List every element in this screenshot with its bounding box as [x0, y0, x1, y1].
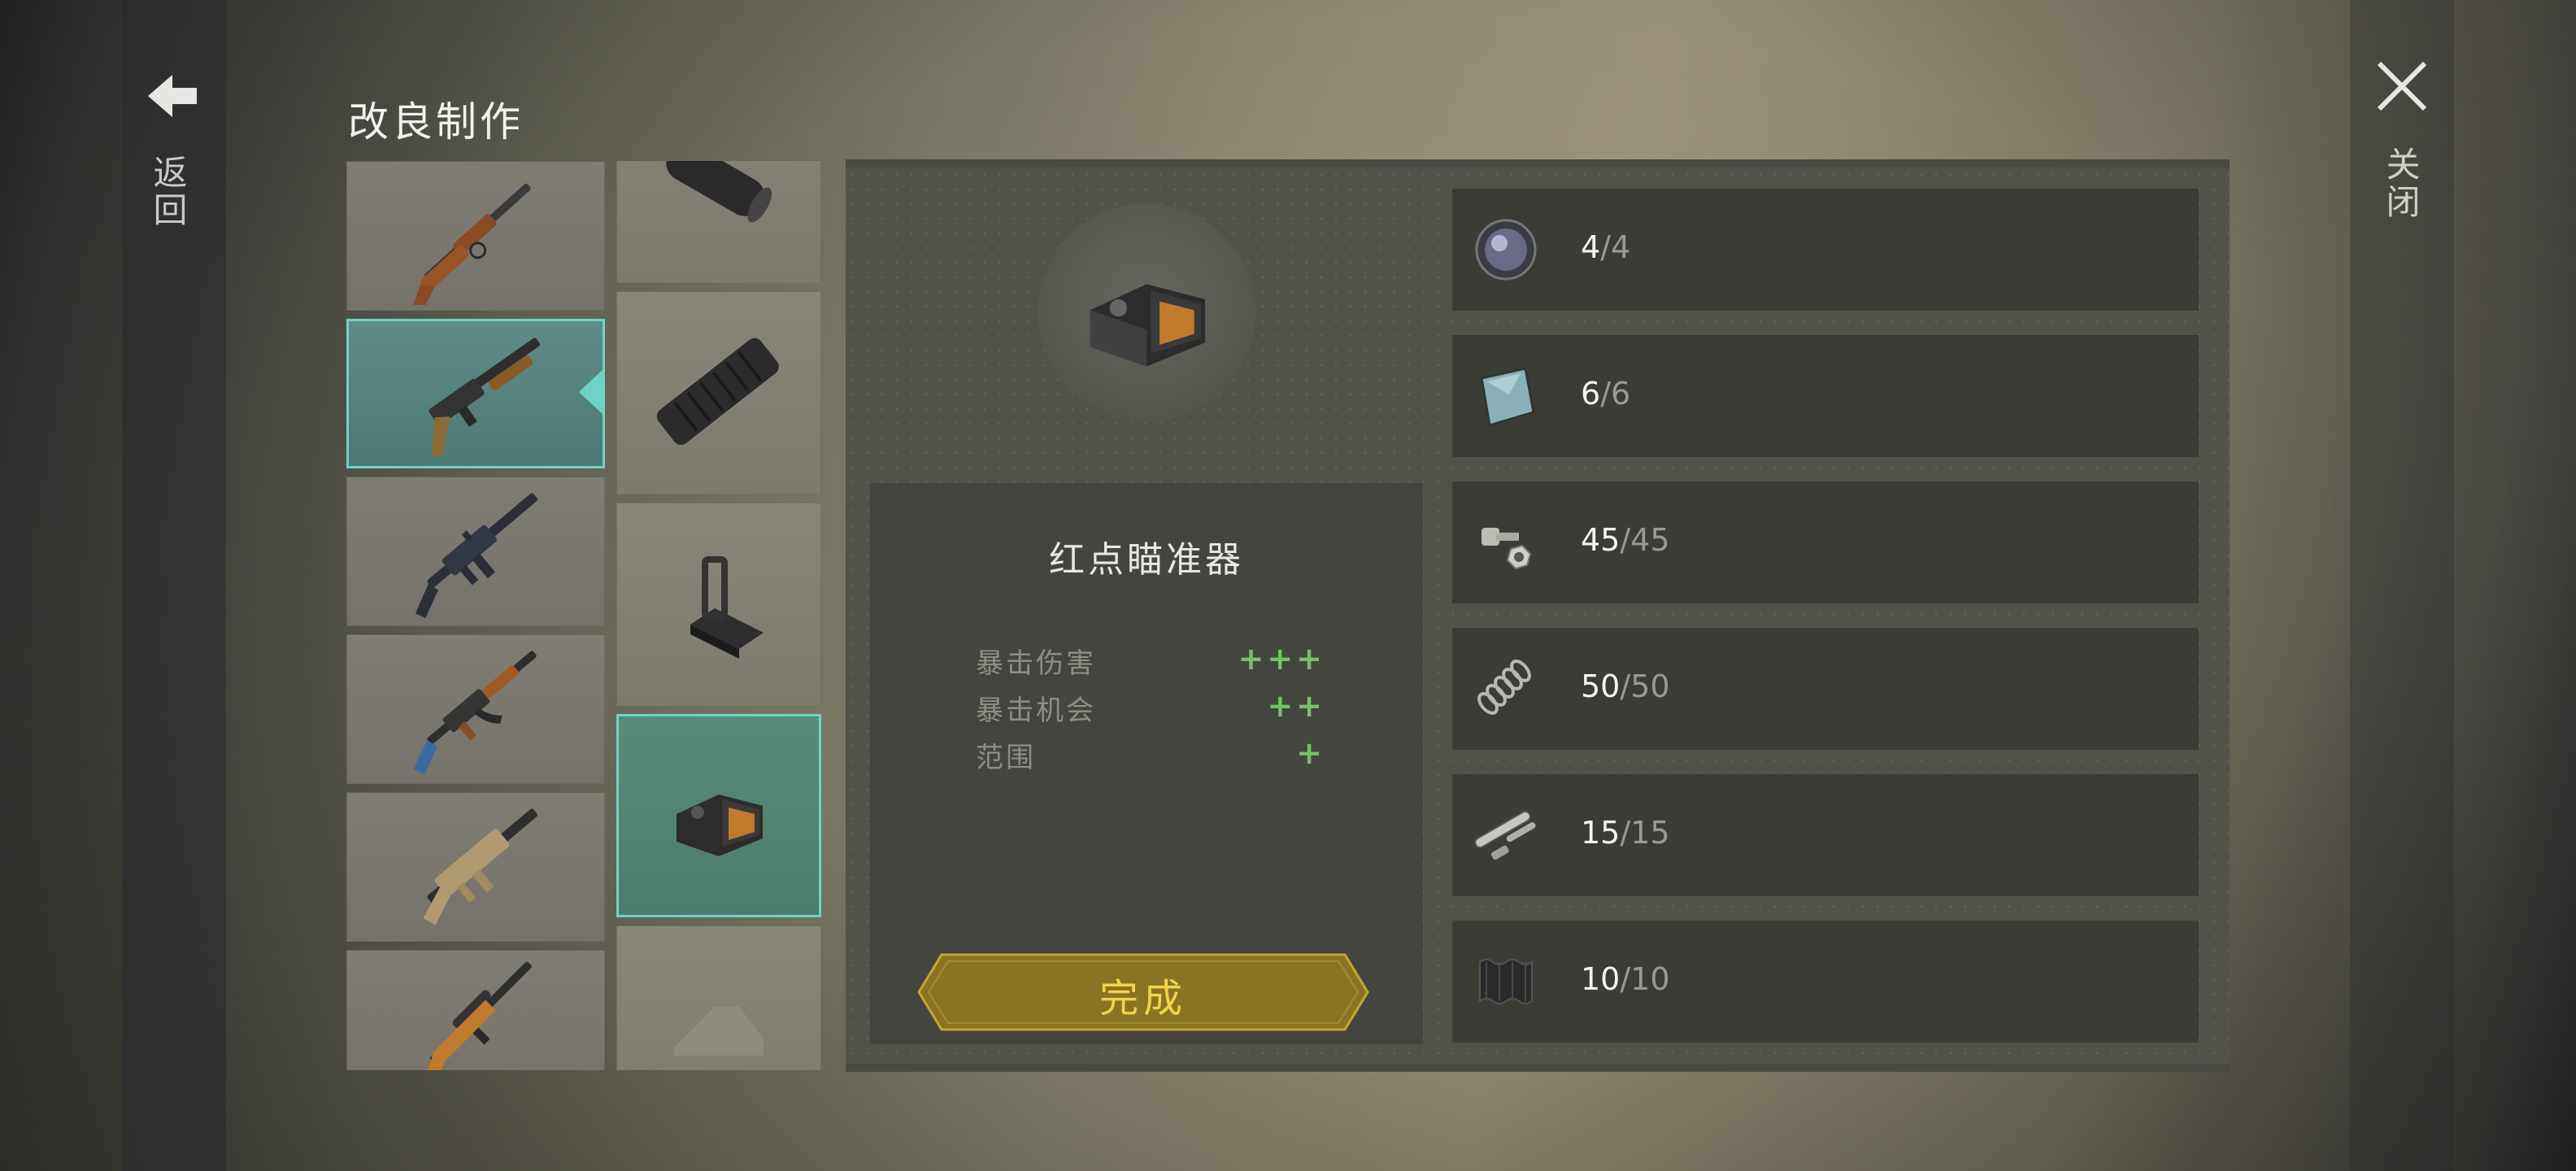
bolts-nuts-icon	[1482, 528, 1532, 570]
complete-label: 完成	[1099, 976, 1187, 1021]
stock-locked-icon	[674, 1007, 764, 1056]
material-row-pipe: 15/15	[1452, 774, 2199, 896]
material-count: 15/15	[1581, 815, 1670, 851]
weapon-item-sniper-rifle[interactable]	[346, 950, 605, 1070]
attachment-list[interactable]	[616, 161, 821, 1070]
detail-panel: 红点瞄准器 暴击伤害 +++ 暴击机会 ++ 范围 + 完成 4/4 6/6 4…	[846, 159, 2230, 1072]
selection-pointer	[579, 368, 605, 416]
attachment-item-foregrip[interactable]	[616, 291, 821, 494]
weapon-item-lever-action-rifle[interactable]	[346, 161, 605, 311]
glass-plate-icon	[1480, 367, 1535, 427]
back-arrow-icon	[148, 75, 197, 117]
lens-icon	[1475, 219, 1537, 281]
close-label: 关闭	[2381, 146, 2421, 221]
stat-value: ++	[1267, 688, 1325, 724]
material-count: 50/50	[1581, 668, 1670, 704]
spring-icon	[1477, 660, 1531, 715]
corrugated-metal-icon	[1479, 959, 1533, 1004]
red-dot-sight-icon	[1090, 284, 1205, 367]
stat-value: +++	[1238, 641, 1325, 677]
weapon-item-ak-rifle[interactable]	[346, 634, 605, 784]
attachment-item-suppressor[interactable]	[616, 161, 821, 283]
stat-label: 范围	[976, 742, 1036, 774]
attachment-item-red-dot-sight[interactable]	[616, 714, 821, 917]
close-icon	[2377, 61, 2427, 111]
sniper-rifle-icon	[420, 961, 532, 1070]
stat-label: 暴击机会	[976, 694, 1096, 727]
material-count: 45/45	[1581, 522, 1670, 558]
lever-action-rifle-icon	[411, 183, 531, 305]
iron-sight-icon	[690, 556, 764, 659]
attachment-item-stock-locked[interactable]	[616, 925, 821, 1070]
item-name: 红点瞄准器	[1049, 539, 1244, 581]
material-count: 4/4	[1581, 229, 1631, 265]
red-dot-sight-icon	[677, 794, 763, 856]
attachment-item-iron-sight[interactable]	[616, 503, 821, 706]
page-title: 改良制作	[348, 98, 524, 146]
close-button[interactable]: 关闭	[2350, 49, 2454, 260]
material-row-corrugated: 10/10	[1452, 921, 2199, 1043]
ak-rifle-icon	[413, 651, 537, 775]
item-preview	[1038, 203, 1255, 421]
weapon-item-m16-rifle[interactable]	[346, 477, 605, 626]
material-row-spring: 50/50	[1452, 628, 2199, 750]
weapon-list[interactable]	[346, 161, 605, 1070]
scar-rifle-icon	[423, 808, 538, 925]
material-row-lens: 4/4	[1452, 189, 2199, 311]
back-label: 返回	[148, 155, 188, 229]
stat-label: 暴击伤害	[976, 647, 1096, 680]
m16-rifle-icon	[415, 493, 538, 618]
stat-value: +	[1296, 735, 1325, 771]
material-row-glass: 6/6	[1452, 335, 2199, 457]
stat-row: 暴击伤害 +++	[976, 641, 1325, 686]
pipe-parts-icon	[1474, 811, 1536, 860]
pump-shotgun-icon	[429, 337, 541, 458]
suppressor-icon	[666, 161, 772, 223]
material-count: 10/10	[1581, 961, 1670, 997]
material-row-bolts: 45/45	[1452, 481, 2199, 603]
back-button[interactable]: 返回	[122, 49, 226, 260]
material-count: 6/6	[1581, 376, 1631, 411]
complete-button[interactable]: 完成	[917, 953, 1369, 1031]
weapon-item-scar-rifle[interactable]	[346, 792, 605, 942]
weapon-item-pump-shotgun[interactable]	[346, 319, 605, 468]
stat-row: 范围 +	[976, 735, 1325, 781]
foregrip-icon	[656, 337, 779, 446]
stat-row: 暴击机会 ++	[976, 688, 1325, 734]
